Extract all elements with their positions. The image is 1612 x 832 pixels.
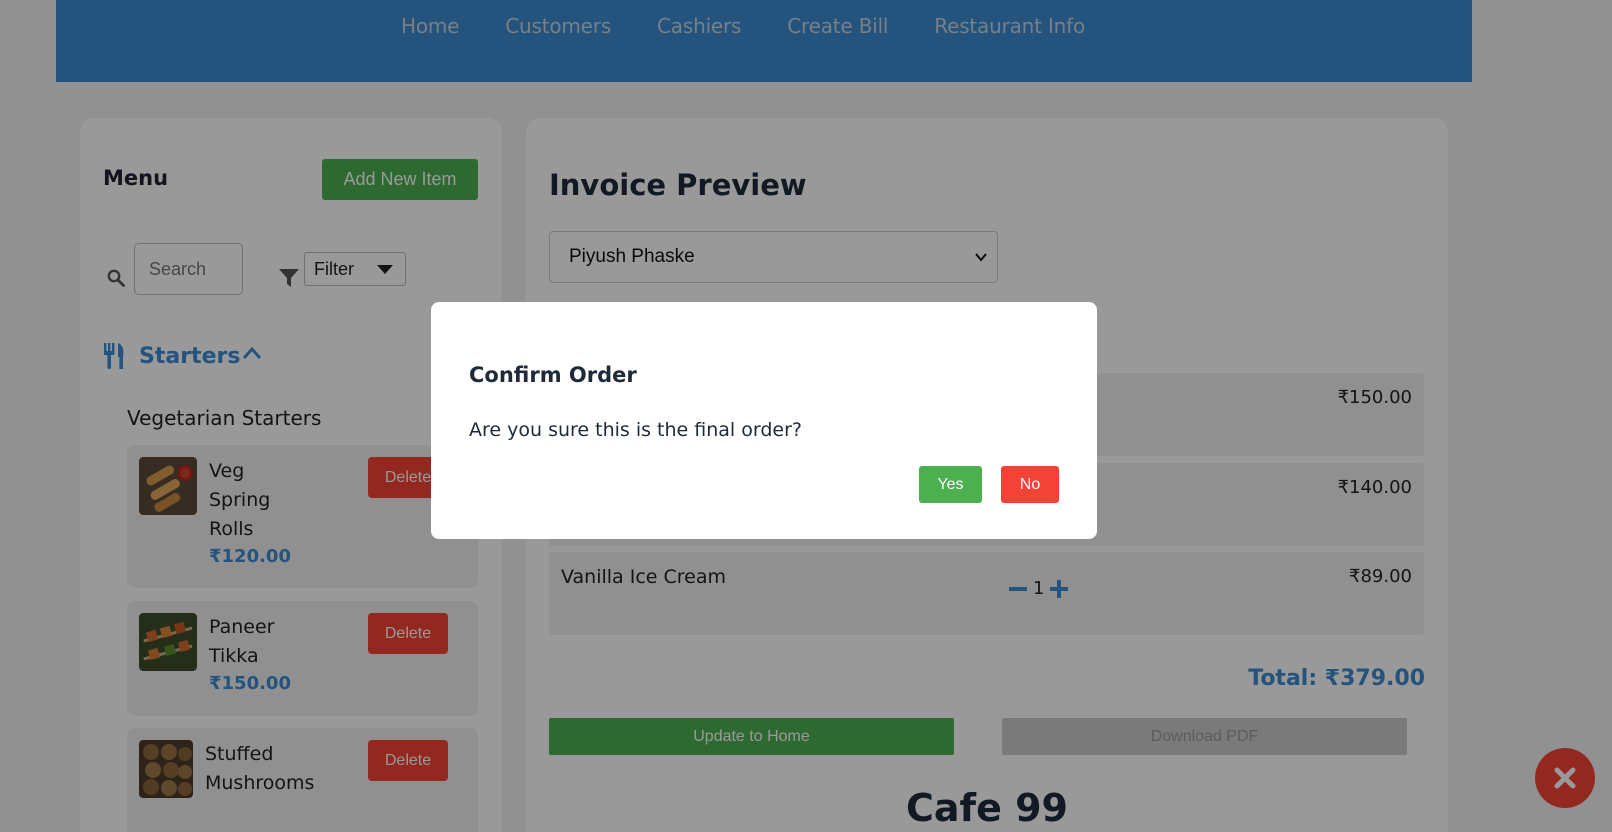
- confirm-no-button[interactable]: No: [1001, 466, 1059, 503]
- confirm-order-dialog: Confirm Order Are you sure this is the f…: [431, 302, 1097, 539]
- confirm-yes-button[interactable]: Yes: [919, 466, 982, 503]
- dialog-title: Confirm Order: [469, 363, 637, 387]
- dialog-message: Are you sure this is the final order?: [469, 419, 803, 441]
